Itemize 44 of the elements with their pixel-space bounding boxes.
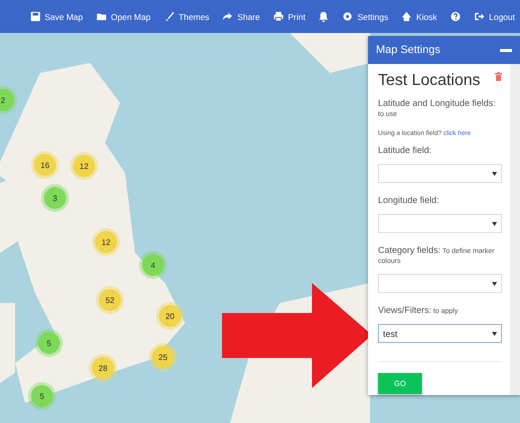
field-label: Latitude field: bbox=[378, 145, 433, 155]
caret-icon bbox=[492, 172, 497, 176]
caret-icon bbox=[492, 282, 497, 286]
cluster-marker[interactable]: 28 bbox=[92, 357, 114, 379]
select-field[interactable] bbox=[378, 164, 502, 183]
brush-icon bbox=[164, 11, 175, 22]
cluster-marker[interactable]: 5 bbox=[38, 332, 60, 354]
help-icon[interactable] bbox=[450, 11, 461, 22]
nav-link[interactable]: Print bbox=[273, 11, 306, 22]
logout-icon bbox=[474, 11, 485, 22]
cluster-marker[interactable]: 52 bbox=[99, 289, 121, 311]
nav-link[interactable]: Logout bbox=[474, 11, 515, 22]
select-field[interactable] bbox=[378, 214, 502, 233]
house-icon bbox=[401, 11, 412, 22]
select-field[interactable]: test bbox=[378, 324, 502, 343]
caret-icon bbox=[492, 222, 497, 226]
nav-link[interactable]: Settings bbox=[342, 11, 388, 22]
nav-link[interactable]: Save Map bbox=[30, 11, 83, 22]
cluster-marker[interactable]: 25 bbox=[152, 346, 174, 368]
bell-icon[interactable] bbox=[318, 11, 330, 22]
nav-link[interactable]: Themes bbox=[164, 11, 210, 22]
folder-icon bbox=[96, 11, 107, 22]
cluster-marker[interactable]: 20 bbox=[159, 305, 181, 327]
nav-link[interactable]: Kiosk bbox=[401, 11, 437, 22]
save-icon bbox=[30, 11, 41, 22]
nav-link[interactable]: Open Map bbox=[96, 11, 151, 22]
cluster-marker[interactable]: 16 bbox=[34, 154, 56, 176]
select-field[interactable] bbox=[378, 274, 502, 293]
field-label: Longitude field: bbox=[378, 195, 440, 205]
caret-icon bbox=[492, 332, 497, 336]
scrollbar[interactable] bbox=[510, 64, 520, 395]
cluster-marker[interactable]: 4 bbox=[142, 254, 164, 276]
minimize-button[interactable] bbox=[500, 48, 512, 52]
print-icon bbox=[273, 11, 284, 22]
cluster-marker[interactable]: 12 bbox=[95, 231, 117, 253]
share-icon bbox=[222, 11, 234, 22]
cluster-marker[interactable]: 5 bbox=[31, 385, 53, 407]
nav-link[interactable]: Share bbox=[222, 11, 260, 22]
cluster-marker[interactable]: 3 bbox=[44, 187, 66, 209]
settings-icon bbox=[342, 11, 354, 22]
cluster-marker[interactable]: 12 bbox=[73, 155, 95, 177]
layer-title: Test Locations bbox=[378, 72, 480, 90]
panel-title: Map Settings bbox=[376, 44, 440, 56]
trash-icon[interactable] bbox=[495, 72, 502, 81]
